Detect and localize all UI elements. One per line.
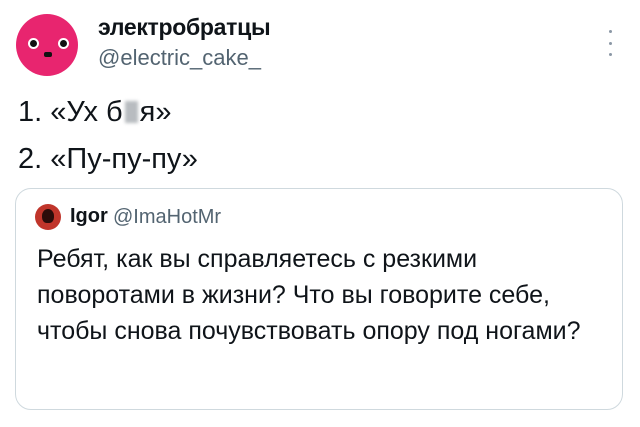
quoted-handle[interactable]: @ImaHotMr xyxy=(113,206,221,229)
tweet-text-line-2: 2. «Пу-пу-пу» xyxy=(18,143,198,175)
quoted-display-name[interactable]: Igor xyxy=(70,205,108,228)
more-options-icon[interactable] xyxy=(602,30,618,56)
avatar-eye-left xyxy=(28,38,39,49)
avatar-mouth xyxy=(44,52,52,57)
tweet-line-1-prefix: 1. «Ух б xyxy=(18,96,123,128)
quoted-text: Ребят, как вы справляетесь с резкими пов… xyxy=(37,245,581,345)
avatar-eye-right xyxy=(58,38,69,49)
avatar[interactable] xyxy=(16,14,78,76)
author-handle[interactable]: @electric_cake_ xyxy=(98,45,261,71)
tweet-line-1-suffix: я» xyxy=(139,96,172,128)
tweet-text-line-1: 1. «Ух б я» xyxy=(18,96,172,129)
author-display-name[interactable]: электробратцы xyxy=(98,14,271,41)
quoted-avatar[interactable] xyxy=(35,204,61,230)
quoted-tweet[interactable]: Igor @ImaHotMr Ребят, как вы справляетес… xyxy=(15,188,623,410)
censor-blur xyxy=(124,101,138,123)
